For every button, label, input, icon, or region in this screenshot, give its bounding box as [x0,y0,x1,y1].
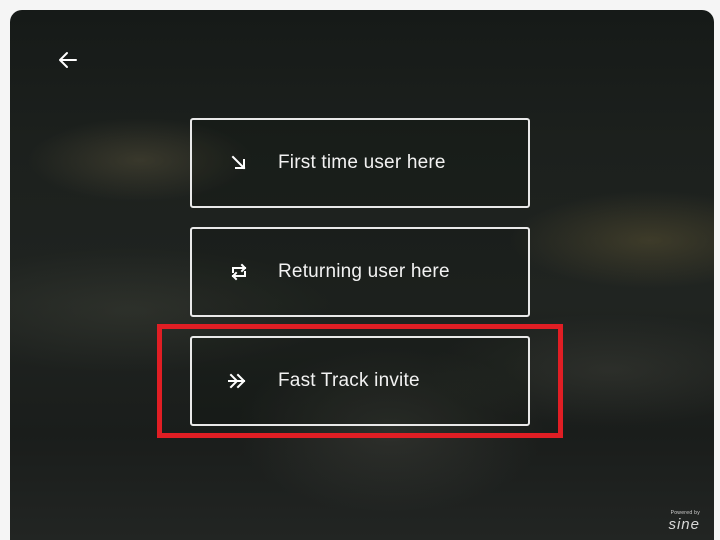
arrow-down-right-icon [224,154,254,172]
returning-user-button[interactable]: Returning user here [190,227,530,317]
returning-user-label: Returning user here [278,261,450,282]
back-arrow-icon [59,52,77,68]
back-button[interactable] [54,46,82,74]
fast-track-invite-label: Fast Track invite [278,370,420,391]
fast-track-invite-button[interactable]: Fast Track invite [190,336,530,426]
repeat-icon [224,262,254,282]
sine-logo: sine [668,516,700,533]
double-chevron-right-icon [224,372,254,390]
first-time-user-label: First time user here [278,152,446,173]
first-time-user-button[interactable]: First time user here [190,118,530,208]
brand-logo: Powered by sine [668,510,700,534]
kiosk-screen: First time user here Returning user here… [10,10,714,540]
